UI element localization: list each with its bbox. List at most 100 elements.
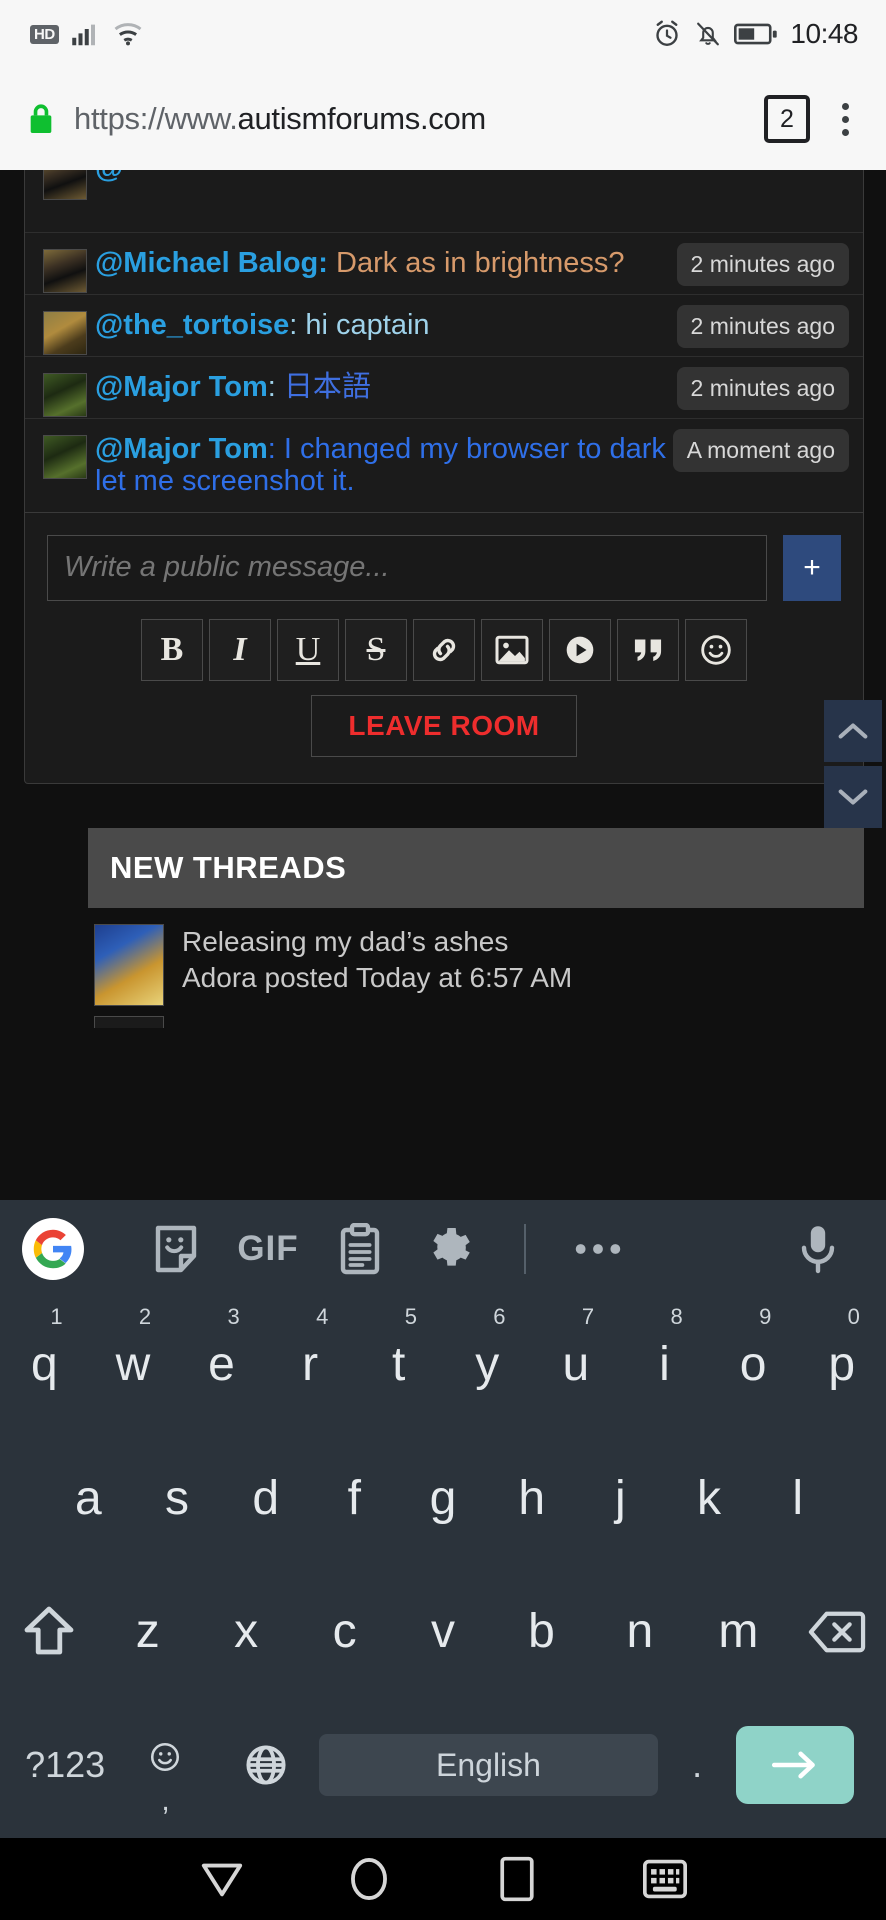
avatar[interactable]	[43, 249, 87, 293]
scroll-down-button[interactable]	[824, 766, 882, 828]
media-play-icon-button[interactable]	[549, 618, 611, 681]
leave-room-button[interactable]: LEAVE ROOM	[311, 694, 577, 757]
key-p[interactable]: 0p	[797, 1298, 886, 1432]
key-r[interactable]: 4r	[266, 1298, 355, 1432]
symbols-key[interactable]: ?123	[18, 1699, 112, 1833]
microphone-icon[interactable]	[772, 1218, 864, 1280]
new-threads-header: NEW THREADS	[88, 827, 864, 908]
message-author[interactable]: the_tortoise	[123, 309, 289, 341]
space-key[interactable]: English	[318, 1734, 659, 1797]
backspace-key-icon	[808, 1611, 865, 1653]
wifi-icon	[114, 23, 142, 46]
key-x[interactable]: x	[197, 1565, 295, 1699]
key-label: r	[302, 1338, 319, 1392]
key-label: w	[115, 1338, 151, 1392]
smiley-icon-button[interactable]	[685, 618, 747, 681]
nav-recents-button[interactable]	[443, 1855, 591, 1903]
key-v[interactable]: v	[394, 1565, 492, 1699]
keyboard-key-rows: 1q 2w 3e 4r 5t 6y 7u 8i 9o 0p a s d f g …	[0, 1298, 886, 1838]
period-key[interactable]: .	[664, 1699, 730, 1833]
clipboard-icon[interactable]	[314, 1218, 406, 1280]
google-g-icon	[33, 1229, 72, 1269]
message-input[interactable]	[47, 534, 767, 601]
message-timestamp: 2 minutes ago	[676, 243, 849, 286]
key-m[interactable]: m	[689, 1565, 787, 1699]
message-author[interactable]: Major Tom	[123, 371, 267, 403]
mention-at: @	[95, 247, 124, 279]
key-o[interactable]: 9o	[709, 1298, 798, 1432]
key-j[interactable]: j	[576, 1432, 665, 1566]
image-icon-button[interactable]	[481, 618, 543, 681]
key-b[interactable]: b	[492, 1565, 590, 1699]
smiley-icon	[701, 635, 731, 665]
key-w[interactable]: 2w	[89, 1298, 178, 1432]
emoji-key[interactable]: ,	[118, 1699, 212, 1833]
chat-message-row: 2 minutes ago @Michael Balog: Dark as in…	[25, 232, 863, 294]
nav-back-button[interactable]	[148, 1859, 296, 1899]
key-c[interactable]: c	[295, 1565, 393, 1699]
kebab-menu-icon[interactable]	[828, 102, 862, 136]
key-q[interactable]: 1q	[0, 1298, 89, 1432]
underline-button[interactable]: U	[277, 618, 339, 681]
thread-list-item[interactable]	[88, 1006, 864, 1028]
avatar[interactable]	[43, 435, 87, 479]
italic-button[interactable]: I	[209, 618, 271, 681]
key-t[interactable]: 5t	[354, 1298, 443, 1432]
key-a[interactable]: a	[44, 1432, 133, 1566]
android-nav-bar	[0, 1838, 886, 1920]
key-k[interactable]: k	[665, 1432, 754, 1566]
key-y[interactable]: 6y	[443, 1298, 532, 1432]
key-f[interactable]: f	[310, 1432, 399, 1566]
hide-keyboard-icon	[642, 1859, 687, 1899]
gif-icon[interactable]: GIF	[222, 1218, 314, 1280]
keyboard-toolbar: GIF	[0, 1200, 886, 1298]
link-icon-button[interactable]	[413, 618, 475, 681]
gear-icon[interactable]	[406, 1218, 498, 1280]
key-label: u	[562, 1338, 590, 1392]
thread-list-item[interactable]: Releasing my dad’s ashes Adora posted To…	[88, 908, 864, 1006]
hide-keyboard-button[interactable]	[591, 1857, 739, 1901]
keyboard-row-2: a s d f g h j k l	[0, 1432, 886, 1566]
home-circle-icon	[351, 1858, 388, 1900]
key-e[interactable]: 3e	[177, 1298, 266, 1432]
alarm-icon	[656, 20, 679, 46]
key-u[interactable]: 7u	[532, 1298, 621, 1432]
sticker-icon[interactable]	[130, 1218, 222, 1280]
more-options-icon[interactable]	[552, 1218, 644, 1280]
tab-counter-button[interactable]: 2	[764, 95, 810, 143]
url-text[interactable]: https://www.autismforums.com	[74, 101, 746, 137]
avatar[interactable]	[43, 373, 87, 417]
key-l[interactable]: l	[753, 1432, 842, 1566]
scroll-up-button[interactable]	[824, 700, 882, 762]
key-h[interactable]: h	[487, 1432, 576, 1566]
nav-home-button[interactable]	[295, 1856, 443, 1902]
avatar[interactable]	[43, 311, 87, 355]
strikethrough-button[interactable]: S	[345, 618, 407, 681]
thread-title[interactable]: Releasing my dad’s ashes	[182, 924, 572, 960]
message-author[interactable]: Michael Balog	[123, 247, 318, 279]
key-d[interactable]: d	[221, 1432, 310, 1566]
enter-key[interactable]	[736, 1726, 854, 1805]
backspace-key[interactable]	[788, 1565, 886, 1699]
key-z[interactable]: z	[98, 1565, 196, 1699]
key-number: 8	[670, 1304, 683, 1329]
key-i[interactable]: 8i	[620, 1298, 709, 1432]
google-logo-icon[interactable]	[22, 1218, 84, 1280]
shift-key[interactable]	[0, 1565, 98, 1699]
mention-at: @	[95, 309, 124, 341]
status-bar-clock: 10:48	[790, 18, 858, 49]
status-bar-left: HD	[30, 21, 143, 47]
chat-message-text: @	[43, 170, 847, 184]
avatar[interactable]	[43, 170, 87, 200]
bold-button[interactable]: B	[141, 618, 203, 681]
key-s[interactable]: s	[133, 1432, 222, 1566]
key-n[interactable]: n	[591, 1565, 689, 1699]
quote-icon-button[interactable]	[617, 618, 679, 681]
chat-room-box: @ 2 minutes ago @Michael Balog: Dark as …	[24, 170, 864, 784]
add-attachment-button[interactable]: +	[783, 534, 841, 601]
message-author[interactable]: Major Tom	[123, 433, 267, 465]
quote-icon	[634, 639, 662, 661]
language-key[interactable]	[219, 1699, 313, 1833]
key-g[interactable]: g	[399, 1432, 488, 1566]
clipboard-glyph	[340, 1223, 380, 1275]
